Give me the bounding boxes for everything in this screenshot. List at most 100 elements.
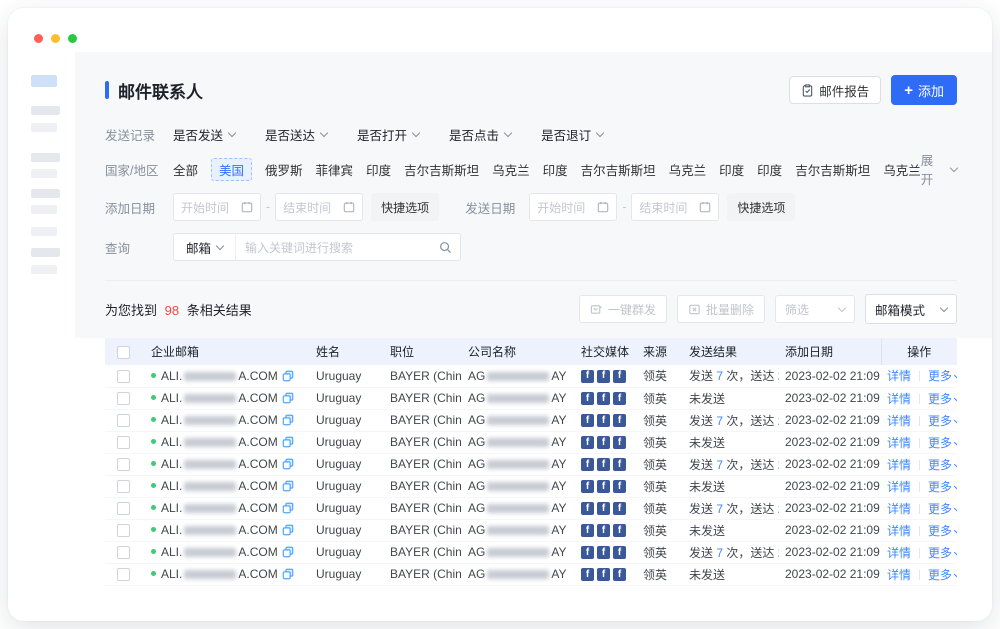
facebook-icon[interactable] (597, 458, 610, 471)
facebook-icon[interactable] (597, 502, 610, 515)
add-button[interactable]: + 添加 (891, 75, 957, 105)
copy-icon[interactable] (282, 546, 294, 558)
search-type-select[interactable]: 邮箱 (174, 234, 236, 260)
detail-link[interactable]: 详情 (887, 524, 911, 538)
facebook-icon[interactable] (613, 458, 626, 471)
row-checkbox[interactable] (117, 392, 130, 405)
facebook-icon[interactable] (581, 392, 594, 405)
send-date-start-input[interactable]: 开始时间 (529, 193, 617, 221)
filter-dropdown-3[interactable]: 是否点击 (449, 125, 511, 144)
country-option[interactable]: 吉尔吉斯斯坦 (404, 160, 479, 179)
facebook-icon[interactable] (613, 502, 626, 515)
detail-link[interactable]: 详情 (887, 502, 911, 516)
facebook-icon[interactable] (597, 414, 610, 427)
filter-dropdown-0[interactable]: 是否发送 (173, 125, 235, 144)
more-link[interactable]: 更多 (928, 369, 957, 383)
mail-report-button[interactable]: 邮件报告 (789, 76, 881, 104)
select-all-checkbox[interactable] (117, 346, 130, 359)
facebook-icon[interactable] (581, 436, 594, 449)
copy-icon[interactable] (282, 568, 294, 580)
zoom-window-button[interactable] (68, 34, 77, 43)
detail-link[interactable]: 详情 (887, 414, 911, 428)
facebook-icon[interactable] (613, 546, 626, 559)
copy-icon[interactable] (282, 370, 294, 382)
facebook-icon[interactable] (613, 392, 626, 405)
country-option[interactable]: 印度 (543, 160, 568, 179)
country-option[interactable]: 印度 (757, 160, 782, 179)
search-input[interactable]: 输入关键词进行搜索 (236, 239, 439, 256)
expand-toggle[interactable]: 展开 (921, 150, 957, 188)
copy-icon[interactable] (282, 392, 294, 404)
copy-icon[interactable] (282, 480, 294, 492)
facebook-icon[interactable] (597, 524, 610, 537)
row-checkbox[interactable] (117, 502, 130, 515)
facebook-icon[interactable] (581, 568, 594, 581)
detail-link[interactable]: 详情 (887, 458, 911, 472)
more-link[interactable]: 更多 (928, 414, 957, 428)
detail-link[interactable]: 详情 (887, 392, 911, 406)
facebook-icon[interactable] (613, 370, 626, 383)
filter-dropdown-2[interactable]: 是否打开 (357, 125, 419, 144)
facebook-icon[interactable] (597, 392, 610, 405)
facebook-icon[interactable] (613, 524, 626, 537)
country-option[interactable]: 吉尔吉斯斯坦 (581, 160, 656, 179)
row-checkbox[interactable] (117, 568, 130, 581)
detail-link[interactable]: 详情 (887, 568, 911, 582)
more-link[interactable]: 更多 (928, 524, 957, 538)
row-checkbox[interactable] (117, 414, 130, 427)
detail-link[interactable]: 详情 (887, 546, 911, 560)
facebook-icon[interactable] (597, 480, 610, 493)
minimize-window-button[interactable] (51, 34, 60, 43)
copy-icon[interactable] (282, 414, 294, 426)
more-link[interactable]: 更多 (928, 502, 957, 516)
search-icon[interactable] (439, 241, 452, 254)
facebook-icon[interactable] (581, 546, 594, 559)
filter-dropdown-1[interactable]: 是否送达 (265, 125, 327, 144)
filter-select[interactable]: 筛选 (775, 295, 855, 323)
facebook-icon[interactable] (597, 370, 610, 383)
copy-icon[interactable] (282, 458, 294, 470)
add-date-quick-options-button[interactable]: 快捷选项 (371, 193, 439, 221)
country-option[interactable]: 印度 (366, 160, 391, 179)
country-option[interactable]: 俄罗斯 (265, 160, 303, 179)
row-checkbox[interactable] (117, 546, 130, 559)
country-option[interactable]: 美国 (211, 158, 252, 181)
facebook-icon[interactable] (581, 414, 594, 427)
more-link[interactable]: 更多 (928, 392, 957, 406)
country-option[interactable]: 印度 (719, 160, 744, 179)
facebook-icon[interactable] (597, 546, 610, 559)
country-option[interactable]: 吉尔吉斯斯坦 (795, 160, 870, 179)
add-date-end-input[interactable]: 结束时间 (275, 193, 363, 221)
country-option[interactable]: 乌克兰 (883, 160, 921, 179)
facebook-icon[interactable] (581, 370, 594, 383)
facebook-icon[interactable] (581, 480, 594, 493)
more-link[interactable]: 更多 (928, 436, 957, 450)
more-link[interactable]: 更多 (928, 458, 957, 472)
mode-select[interactable]: 邮箱模式 (865, 294, 957, 324)
row-checkbox[interactable] (117, 370, 130, 383)
facebook-icon[interactable] (581, 502, 594, 515)
row-checkbox[interactable] (117, 458, 130, 471)
copy-icon[interactable] (282, 502, 294, 514)
detail-link[interactable]: 详情 (887, 369, 911, 383)
send-date-quick-options-button[interactable]: 快捷选项 (727, 193, 795, 221)
copy-icon[interactable] (282, 524, 294, 536)
bulk-delete-button[interactable]: 批量删除 (677, 295, 765, 323)
facebook-icon[interactable] (597, 568, 610, 581)
facebook-icon[interactable] (613, 414, 626, 427)
country-option[interactable]: 乌克兰 (492, 160, 530, 179)
copy-icon[interactable] (282, 436, 294, 448)
country-option[interactable]: 全部 (173, 160, 198, 179)
facebook-icon[interactable] (613, 568, 626, 581)
more-link[interactable]: 更多 (928, 480, 957, 494)
country-option[interactable]: 乌克兰 (669, 160, 707, 179)
facebook-icon[interactable] (613, 480, 626, 493)
bulk-send-button[interactable]: 一键群发 (579, 295, 667, 323)
more-link[interactable]: 更多 (928, 546, 957, 560)
add-date-start-input[interactable]: 开始时间 (173, 193, 261, 221)
country-option[interactable]: 菲律宾 (316, 160, 354, 179)
facebook-icon[interactable] (597, 436, 610, 449)
row-checkbox[interactable] (117, 436, 130, 449)
row-checkbox[interactable] (117, 524, 130, 537)
detail-link[interactable]: 详情 (887, 436, 911, 450)
